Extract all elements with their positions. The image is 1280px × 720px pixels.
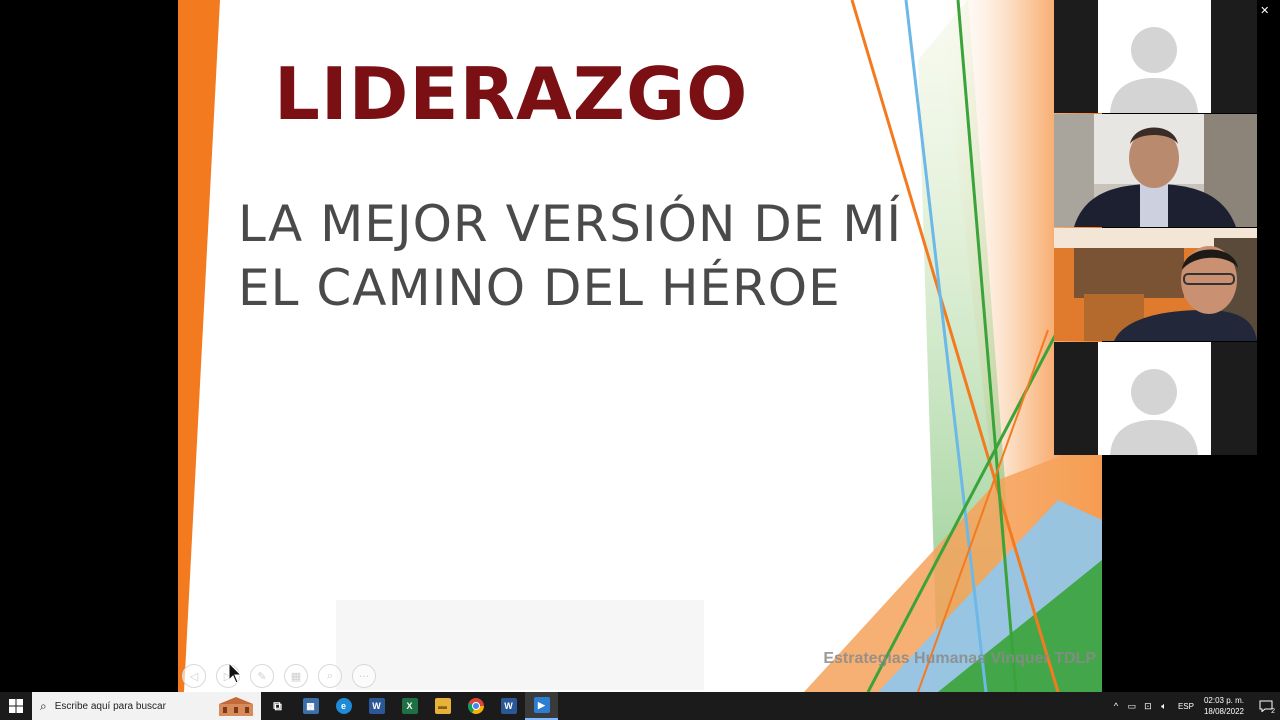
slide-footer: Estrategias Humanas Vinquer TDLP bbox=[823, 650, 1096, 667]
search-highlight-image bbox=[213, 696, 259, 716]
previous-slide-button[interactable]: ◁ bbox=[182, 664, 206, 688]
see-all-slides-button[interactable]: ▦ bbox=[284, 664, 308, 688]
windows-logo-icon bbox=[9, 699, 23, 713]
chevron-up-icon[interactable]: ^ bbox=[1108, 701, 1124, 711]
presentation-slide: LIDERAZGO LA MEJOR VERSIÓN DE MÍ EL CAMI… bbox=[178, 0, 1102, 692]
task-view-icon: ⧉ bbox=[273, 698, 282, 713]
participant-tile-4[interactable] bbox=[1054, 342, 1257, 455]
chrome-app[interactable] bbox=[459, 692, 492, 720]
search-icon: ⌕ bbox=[40, 698, 47, 713]
subtitle-line-2: EL CAMINO DEL HÉROE bbox=[238, 259, 841, 317]
clock[interactable]: 02:03 p. m. 18/08/2022 bbox=[1204, 695, 1244, 717]
windows-taskbar: ⌕ Escribe aquí para buscar ⧉ ▦ e W X ▬ W… bbox=[0, 692, 1280, 720]
participant-video bbox=[1054, 114, 1257, 227]
word-app[interactable]: W bbox=[360, 692, 393, 720]
participants-panel bbox=[1054, 0, 1257, 455]
slide-title: LIDERAZGO bbox=[274, 52, 749, 136]
network-icon[interactable]: ⊡ bbox=[1140, 701, 1156, 712]
calculator-app[interactable]: ▦ bbox=[294, 692, 327, 720]
avatar bbox=[1098, 342, 1211, 455]
caption-overlay bbox=[336, 600, 704, 690]
file-explorer-app[interactable]: ▬ bbox=[426, 692, 459, 720]
mouse-cursor-icon bbox=[228, 662, 242, 684]
presenter-icon: ▶ bbox=[533, 697, 550, 713]
excel-app[interactable]: X bbox=[393, 692, 426, 720]
person-silhouette-icon bbox=[1110, 369, 1198, 455]
system-tray: ^ ▭ ⊡ 🔈︎ ESP 02:03 p. m. 18/08/2022 2 bbox=[1108, 692, 1280, 720]
participant-tile-1[interactable] bbox=[1054, 0, 1257, 113]
folder-icon: ▬ bbox=[434, 698, 451, 714]
pen-tool-button[interactable]: ✎ bbox=[250, 664, 274, 688]
word-app-2[interactable]: W bbox=[492, 692, 525, 720]
word-icon: W bbox=[500, 698, 517, 714]
person-silhouette-icon bbox=[1110, 27, 1198, 113]
volume-icon[interactable]: 🔈︎ bbox=[1156, 701, 1172, 712]
start-button[interactable] bbox=[0, 692, 32, 720]
search-placeholder: Escribe aquí para buscar bbox=[54, 700, 166, 712]
zoom-button[interactable]: ⌕ bbox=[318, 664, 342, 688]
more-options-button[interactable]: ··· bbox=[352, 664, 376, 688]
edge-app[interactable]: e bbox=[327, 692, 360, 720]
excel-icon: X bbox=[401, 698, 418, 714]
participant-tile-2[interactable] bbox=[1054, 114, 1257, 227]
notifications-button[interactable]: 2 bbox=[1252, 692, 1280, 720]
avatar bbox=[1098, 0, 1211, 113]
notification-count: 2 bbox=[1271, 708, 1275, 715]
edge-icon: e bbox=[335, 698, 352, 714]
clock-date: 18/08/2022 bbox=[1203, 707, 1244, 716]
chrome-icon bbox=[467, 698, 484, 714]
presenter-app[interactable]: ▶ bbox=[525, 692, 558, 720]
task-view-button[interactable]: ⧉ bbox=[261, 692, 294, 720]
battery-icon[interactable]: ▭ bbox=[1124, 701, 1140, 712]
taskbar-search-box[interactable]: ⌕ Escribe aquí para buscar bbox=[32, 692, 261, 720]
presenter-toolbar: ◁ ▷ ✎ ▦ ⌕ ··· bbox=[182, 664, 376, 688]
participant-tile-3[interactable] bbox=[1054, 228, 1257, 341]
clock-time: 02:03 p. m. bbox=[1203, 696, 1244, 705]
slide-subtitle: LA MEJOR VERSIÓN DE MÍ EL CAMINO DEL HÉR… bbox=[238, 192, 902, 320]
calculator-icon: ▦ bbox=[302, 698, 319, 714]
subtitle-line-1: LA MEJOR VERSIÓN DE MÍ bbox=[238, 195, 903, 253]
language-indicator[interactable]: ESP bbox=[1178, 702, 1194, 711]
participant-video bbox=[1054, 228, 1257, 341]
word-icon: W bbox=[368, 698, 385, 714]
